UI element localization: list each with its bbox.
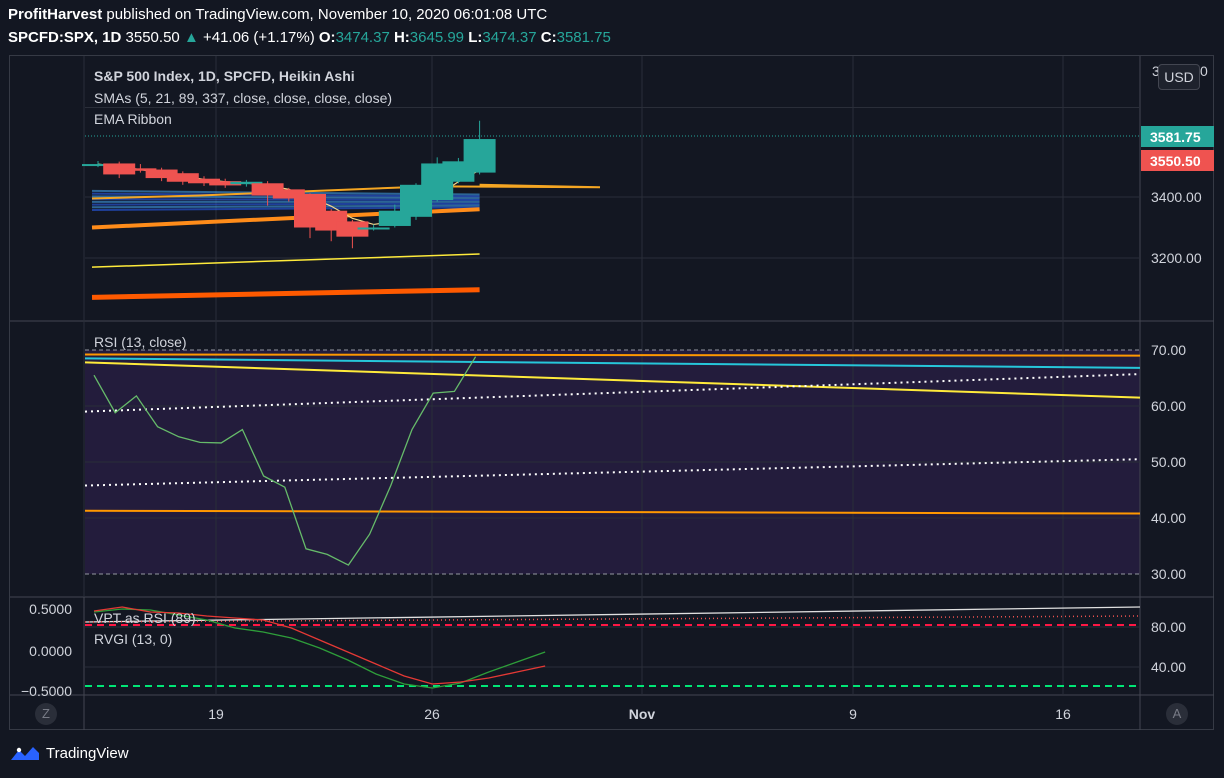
- price-tick-label: 3400.00: [1151, 189, 1202, 205]
- price-value-text: 3550.50: [1150, 153, 1201, 169]
- price-tick-top-end: 0: [1200, 63, 1208, 79]
- rvgi-tick-label: 0.0000: [29, 643, 72, 659]
- sma-337-line: [91, 287, 480, 300]
- ema-ribbon-label[interactable]: EMA Ribbon: [94, 111, 172, 127]
- vpt-tick-label: 80.00: [1151, 619, 1186, 635]
- sma-yellow-line: [91, 253, 480, 268]
- time-tick-label: 16: [1055, 706, 1071, 722]
- rsi-tick-label: 60.00: [1151, 398, 1186, 414]
- footer-brand[interactable]: TradingView: [10, 744, 129, 762]
- currency-button[interactable]: USD: [1158, 64, 1200, 90]
- time-tick-label: 9: [849, 706, 857, 722]
- auto-scale-button[interactable]: A: [1166, 703, 1188, 725]
- time-tick-label: Nov: [629, 706, 656, 722]
- vpt-layer: [84, 606, 1141, 689]
- vpt-tick-label: 40.00: [1151, 659, 1186, 675]
- rsi-tick-label: 30.00: [1151, 566, 1186, 582]
- tradingview-logo-icon: [11, 747, 39, 760]
- chart-canvas[interactable]: 19 26 Nov 9 16 3400.00 3200.00 70.00 60.00 50.00 4…: [0, 0, 1224, 778]
- rsi-tick-label: 70.00: [1151, 342, 1186, 358]
- rsi-pane-title[interactable]: RSI (13, close): [94, 334, 187, 350]
- zoom-button[interactable]: Z: [35, 703, 57, 725]
- price-tick-label: 3200.00: [1151, 250, 1202, 266]
- sma-indicator-label[interactable]: SMAs (5, 21, 89, 337, close, close, clos…: [94, 90, 392, 106]
- rsi-tick-label: 40.00: [1151, 510, 1186, 526]
- time-tick-label: 19: [208, 706, 224, 722]
- time-tick-label: 26: [424, 706, 440, 722]
- footer-brand-text: TradingView: [46, 744, 129, 762]
- candle-body: [357, 227, 390, 230]
- price-pane-title: S&P 500 Index, 1D, SPCFD, Heikin Ashi: [94, 68, 355, 84]
- candles: [82, 120, 496, 249]
- rsi-tick-label: 50.00: [1151, 454, 1186, 470]
- rvgi-tick-label: 0.5000: [29, 601, 72, 617]
- vpt-pane-title[interactable]: VPT as RSI (89): [94, 610, 196, 626]
- rsi-ma-orange-line: [84, 353, 1141, 357]
- last-value-text: 3581.75: [1150, 129, 1201, 145]
- candle-body: [463, 139, 496, 173]
- rvgi-pane-title[interactable]: RVGI (13, 0): [94, 631, 172, 647]
- vpt-white-line: [84, 606, 1141, 623]
- rvgi-tick-label: −0.5000: [21, 683, 72, 699]
